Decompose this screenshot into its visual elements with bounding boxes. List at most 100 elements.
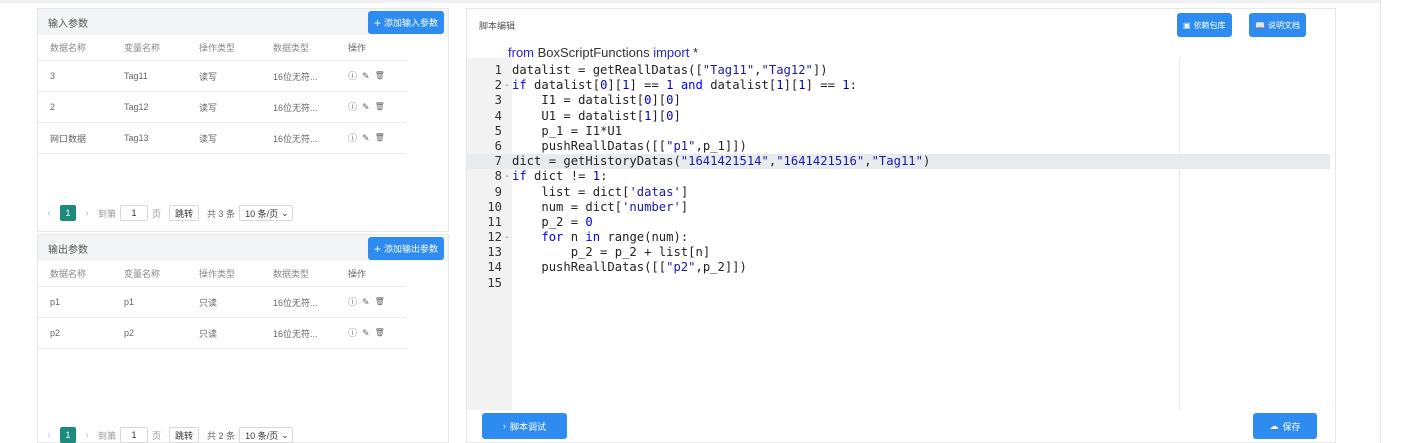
cell-actions: ⓘ ✎ 🗑 (336, 71, 406, 81)
info-icon[interactable]: ⓘ (348, 133, 357, 143)
code-line: 6 pushReallDatas([["p1",p_1]]) (467, 139, 1330, 154)
cell-data-type: 16位无符... (273, 71, 318, 82)
page-size-value: 10 条/页 (245, 430, 279, 441)
code-text: p_1 = I1*U1 (541, 123, 623, 138)
code-line: 10 num = dict['number'] (467, 200, 1330, 215)
chevron-down-icon: ⌄ (281, 429, 289, 440)
code-line: 13 p_2 = p_2 + list[n] (467, 245, 1330, 260)
add-output-param-button[interactable]: + 添加输出参数 (367, 237, 444, 260)
line-number: 11 (487, 214, 502, 229)
goto-button[interactable]: 跳转 (169, 427, 200, 443)
next-page-icon[interactable]: › (80, 430, 94, 441)
script-debug-button[interactable]: › 脚本调试 (482, 413, 567, 439)
cell-data-name: p1 (50, 297, 61, 307)
goto-label: 到第 (98, 208, 117, 219)
delete-icon[interactable]: 🗑 (375, 329, 385, 337)
delete-icon[interactable]: 🗑 (375, 72, 385, 80)
current-page-button[interactable]: 1 (60, 427, 76, 443)
current-page-button[interactable]: 1 (60, 205, 76, 221)
goto-page-input[interactable]: 1 (120, 205, 149, 221)
fold-toggle-icon[interactable]: - (504, 169, 511, 184)
code-text: pushReallDatas([["p1",p_1]]) (541, 138, 747, 153)
delete-icon[interactable]: 🗑 (375, 298, 385, 306)
table-row: 2 Tag12 读写 16位无符... ⓘ ✎ 🗑 (38, 92, 406, 123)
edit-icon[interactable]: ✎ (362, 71, 370, 81)
col-data-name: 数据名称 (50, 43, 87, 53)
fold-toggle-icon[interactable]: - (504, 230, 511, 245)
col-op-type: 操作类型 (199, 269, 236, 279)
cell-var-name: p1 (124, 297, 135, 307)
page-size-select[interactable]: 10 条/页 ⌄ (239, 427, 293, 443)
info-icon[interactable]: ⓘ (348, 71, 357, 81)
save-label: 保存 (1282, 421, 1301, 432)
cell-actions: ⓘ ✎ 🗑 (336, 102, 406, 112)
cloud-upload-icon: ☁ (1269, 420, 1279, 431)
delete-icon[interactable]: 🗑 (375, 103, 385, 111)
line-number: 5 (494, 123, 502, 138)
next-page-icon[interactable]: › (80, 208, 94, 219)
goto-button[interactable]: 跳转 (169, 205, 200, 221)
prev-page-icon[interactable]: ‹ (42, 208, 56, 219)
col-data-name: 数据名称 (50, 269, 87, 279)
info-icon[interactable]: ⓘ (348, 102, 357, 112)
info-icon[interactable]: ⓘ (348, 297, 357, 307)
input-params-table: 数据名称 变量名称 操作类型 数据类型 操作 3 Tag11 读写 16位无符... ⓘ… (38, 35, 406, 154)
prev-page-icon[interactable]: ‹ (42, 430, 56, 441)
script-debug-label: 脚本调试 (509, 421, 546, 432)
total-count: 共 3 条 (207, 208, 236, 219)
page-unit-label: 页 (152, 208, 162, 219)
total-count: 共 2 条 (207, 430, 236, 441)
col-var-name: 变量名称 (124, 269, 161, 279)
input-rows: 3 Tag11 读写 16位无符... ⓘ ✎ 🗑 2 Tag12 读写 16位无符... ⓘ ✎ 🗑 网口… (38, 61, 406, 154)
line-number: 10 (487, 199, 502, 214)
edit-icon[interactable]: ✎ (362, 102, 370, 112)
plus-icon: + (373, 15, 381, 30)
code-line: 4 U1 = datalist[1][0] (467, 109, 1330, 124)
code-line: 7 dict = getHistoryDatas("1641421514","16… (467, 154, 1330, 170)
import-rest: * (689, 45, 699, 60)
code-line: 14 pushReallDatas([["p2",p_2]]) (467, 260, 1330, 275)
delete-icon[interactable]: 🗑 (375, 134, 385, 142)
table-row: p1 p1 只读 16位无符... ⓘ ✎ 🗑 (38, 287, 406, 318)
goto-page-input[interactable]: 1 (120, 427, 149, 443)
edit-icon[interactable]: ✎ (362, 133, 370, 143)
cell-data-type: 16位无符... (273, 297, 318, 308)
cell-op-type: 读写 (199, 133, 218, 144)
documentation-button[interactable]: 📖 说明文档 (1249, 13, 1306, 37)
cell-op-type: 读写 (199, 102, 218, 113)
code-text: datalist = getReallDatas(["Tag11","Tag12… (512, 63, 828, 77)
right-divider (1380, 0, 1381, 443)
col-op-type: 操作类型 (199, 43, 236, 53)
script-editor-panel: 脚本编辑 ▣ 依赖包库 📖 说明文档 from BoxScriptFunctio… (466, 8, 1336, 443)
cell-data-name: p2 (50, 328, 61, 338)
code-editor[interactable]: from BoxScriptFunctions import * 1 datali… (467, 40, 1330, 410)
edit-icon[interactable]: ✎ (362, 297, 370, 307)
page-size-select[interactable]: 10 条/页 ⌄ (239, 205, 293, 221)
cell-data-type: 16位无符... (273, 328, 318, 339)
table-header: 数据名称 变量名称 操作类型 数据类型 操作 (38, 35, 406, 61)
goto-label: 到第 (98, 430, 117, 441)
table-row: 3 Tag11 读写 16位无符... ⓘ ✎ 🗑 (38, 61, 406, 92)
package-icon: ▣ (1183, 20, 1191, 30)
cell-op-type: 只读 (199, 297, 218, 308)
save-button[interactable]: ☁ 保存 (1253, 413, 1317, 439)
line-number: 2 (494, 78, 502, 93)
input-params-header: 输入参数 + 添加输入参数 (38, 9, 448, 35)
add-input-param-button[interactable]: + 添加输入参数 (367, 11, 444, 34)
dependency-library-button[interactable]: ▣ 依赖包库 (1177, 13, 1232, 37)
cell-op-type: 读写 (199, 71, 218, 82)
cell-actions: ⓘ ✎ 🗑 (336, 297, 406, 307)
line-number: 3 (494, 93, 502, 108)
col-data-type: 数据类型 (273, 43, 310, 53)
edit-icon[interactable]: ✎ (362, 328, 370, 338)
output-params-header: 输出参数 + 添加输出参数 (38, 235, 448, 261)
info-icon[interactable]: ⓘ (348, 328, 357, 338)
cell-actions: ⓘ ✎ 🗑 (336, 133, 406, 143)
fold-toggle-icon[interactable]: - (504, 78, 511, 93)
